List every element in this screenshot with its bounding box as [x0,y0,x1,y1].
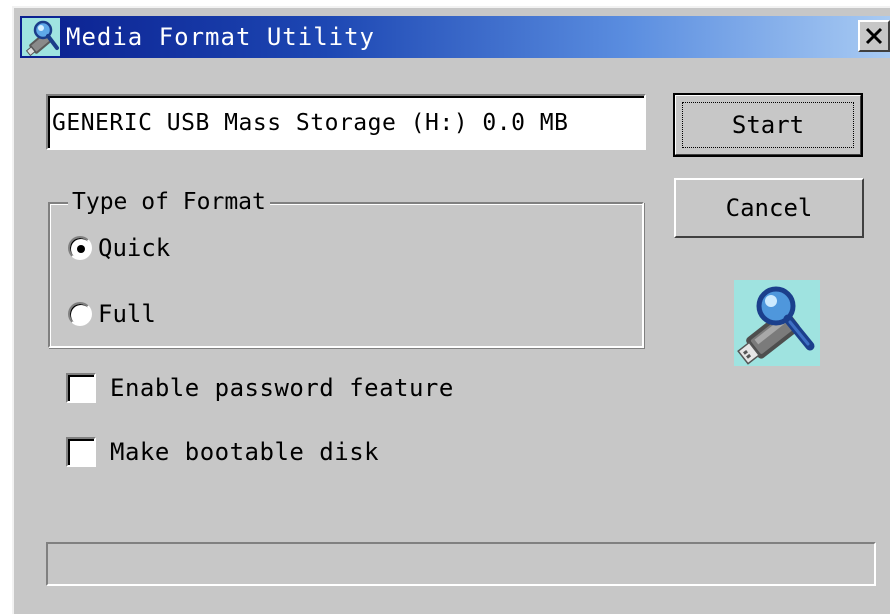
cancel-button-label: Cancel [725,194,813,222]
title-bar[interactable]: Media Format Utility [20,16,890,58]
close-icon [865,27,883,45]
bootable-option[interactable]: Make bootable disk [66,434,379,470]
format-type-legend: Type of Format [68,188,270,216]
radio-button-full[interactable] [68,302,92,326]
radio-full[interactable]: Full [68,298,156,330]
radio-selected-dot [77,245,85,253]
radio-full-label: Full [98,300,156,328]
password-checkbox-label: Enable password feature [110,374,454,402]
format-type-group: Type of Format Quick Full [48,188,644,348]
device-field[interactable]: GENERIC USB Mass Storage (H:) 0.0 MB [46,94,646,150]
bootable-checkbox-label: Make bootable disk [110,438,380,466]
cancel-button[interactable]: Cancel [674,178,864,238]
usb-drive-magnifier-icon [734,280,820,366]
usb-magnifier-icon [22,18,60,57]
close-button[interactable] [858,20,890,52]
radio-button-quick[interactable] [68,236,92,260]
format-dialog: Media Format Utility GENERIC USB Mass St… [12,6,890,614]
radio-quick-label: Quick [98,234,171,262]
radio-quick[interactable]: Quick [68,232,170,264]
start-button[interactable]: Start [673,93,863,157]
password-option[interactable]: Enable password feature [66,370,454,406]
password-checkbox[interactable] [66,373,96,403]
window-title: Media Format Utility [66,23,375,51]
start-button-label: Start [731,111,805,139]
device-field-text: GENERIC USB Mass Storage (H:) 0.0 MB [52,110,569,136]
progress-bar [46,542,876,586]
bootable-checkbox[interactable] [66,437,96,467]
